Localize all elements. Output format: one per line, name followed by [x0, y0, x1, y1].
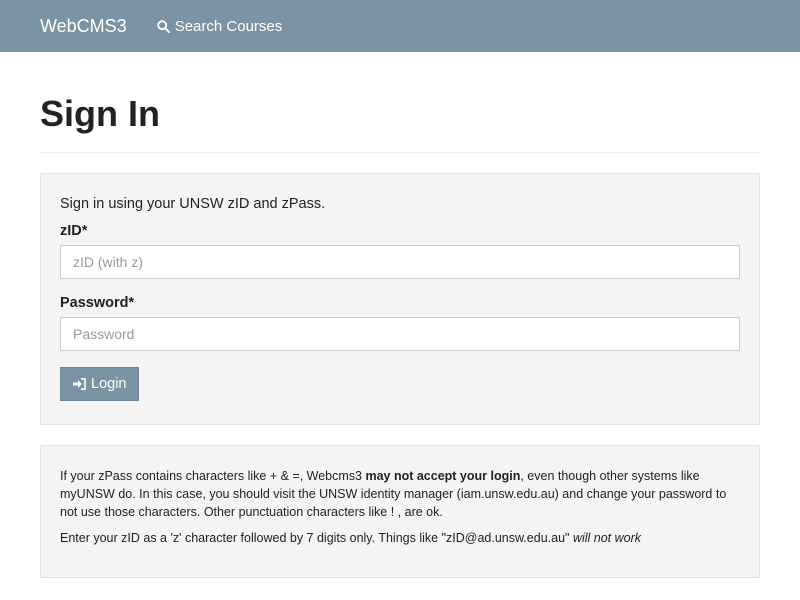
notice-p2-text: Enter your zID as a 'z' character follow… — [60, 531, 573, 545]
brand-link[interactable]: WebCMS3 — [40, 16, 127, 37]
notice-p1-bold: may not accept your login — [365, 469, 521, 483]
search-icon — [157, 19, 170, 33]
zid-input[interactable] — [60, 245, 740, 279]
password-label: Password* — [60, 295, 135, 311]
login-button[interactable]: Login — [60, 367, 140, 401]
notice-paragraph-2: Enter your zID as a 'z' character follow… — [60, 529, 740, 547]
top-navbar: WebCMS3 Search Courses — [0, 0, 800, 52]
login-intro-text: Sign in using your UNSW zID and zPass. — [60, 196, 326, 212]
search-courses-link[interactable]: Search Courses — [157, 17, 283, 35]
password-input[interactable] — [60, 317, 740, 351]
notice-p1-text-a: If your zPass contains characters like +… — [60, 469, 366, 483]
main-container: Sign In Sign in using your UNSW zID and … — [0, 52, 800, 578]
search-courses-label: Search Courses — [174, 17, 283, 35]
zid-label: zID* — [60, 223, 88, 239]
notice-p2-italic: will not work — [572, 531, 642, 545]
notice-paragraph-1: If your zPass contains characters like +… — [60, 467, 740, 521]
page-title: Sign In — [40, 52, 760, 153]
login-panel: Sign in using your UNSW zID and zPass. z… — [40, 173, 760, 425]
zpass-notice-panel: If your zPass contains characters like +… — [40, 445, 760, 578]
login-button-label: Login — [91, 376, 127, 392]
sign-in-icon — [73, 378, 86, 390]
